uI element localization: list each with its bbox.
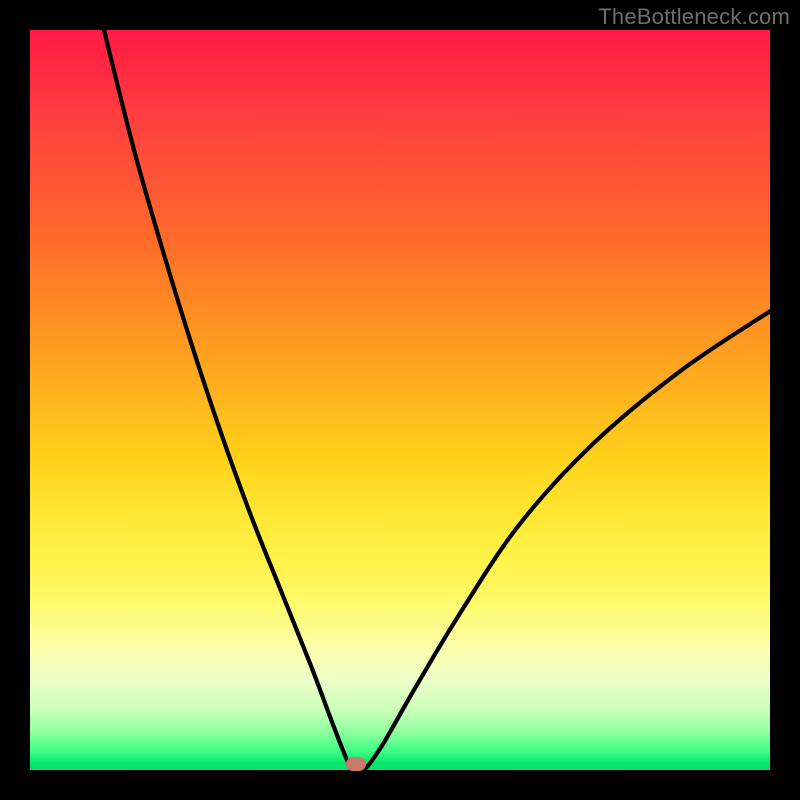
chart-frame: TheBottleneck.com (0, 0, 800, 800)
minimum-marker (346, 757, 366, 771)
bottleneck-curve (30, 30, 770, 770)
plot-area (30, 30, 770, 770)
watermark-text: TheBottleneck.com (598, 4, 790, 30)
